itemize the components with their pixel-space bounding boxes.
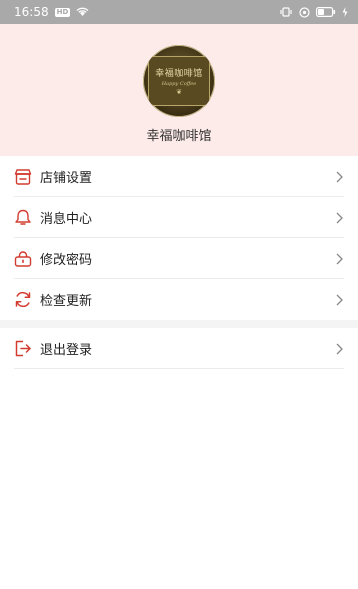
shop-name: 幸福咖啡馆: [146, 129, 212, 144]
battery-icon: [316, 7, 336, 17]
store-icon: [14, 168, 32, 186]
bell-icon: [14, 209, 32, 227]
logo-text: 幸福咖啡馆: [155, 69, 203, 79]
status-bar-left: 16:58 HD: [14, 5, 89, 19]
settings-menu: 店铺设置 消息中心 修改密码 检查更新 退出登录: [0, 156, 358, 369]
status-bar-right: [279, 6, 348, 18]
menu-item-label: 修改密码: [40, 253, 93, 268]
notification-badge-icon: HD: [54, 7, 71, 17]
menu-item-message-center[interactable]: 消息中心: [0, 197, 358, 238]
vibrate-icon: [279, 7, 293, 17]
wifi-icon: [76, 7, 89, 17]
lock-icon: [14, 250, 32, 268]
sync-icon: [299, 6, 310, 18]
menu-item-change-password[interactable]: 修改密码: [0, 238, 358, 279]
chevron-right-icon: [334, 170, 344, 184]
chevron-right-icon: [334, 252, 344, 266]
shop-logo[interactable]: 幸福咖啡馆 Happy Coffee ❦: [143, 45, 215, 117]
menu-item-label: 店铺设置: [40, 171, 93, 186]
section-gap: [0, 320, 358, 328]
menu-item-label: 退出登录: [40, 343, 93, 358]
chevron-right-icon: [334, 293, 344, 307]
menu-item-store-settings[interactable]: 店铺设置: [0, 156, 358, 197]
status-time: 16:58: [14, 5, 49, 19]
chevron-right-icon: [334, 342, 344, 356]
divider: [14, 368, 344, 369]
logo-ornament-icon: ❦: [176, 88, 182, 96]
refresh-icon: [14, 291, 32, 309]
profile-header: 幸福咖啡馆 Happy Coffee ❦ 幸福咖啡馆: [0, 24, 358, 156]
menu-item-label: 检查更新: [40, 294, 93, 309]
menu-item-label: 消息中心: [40, 212, 93, 227]
status-bar: 16:58 HD: [0, 0, 358, 24]
charging-icon: [342, 7, 348, 17]
chevron-right-icon: [334, 211, 344, 225]
logo-subtext: Happy Coffee: [161, 81, 197, 87]
logo-frame: 幸福咖啡馆 Happy Coffee ❦: [148, 56, 210, 106]
menu-item-check-update[interactable]: 检查更新: [0, 279, 358, 320]
logout-icon: [14, 340, 32, 358]
menu-item-logout[interactable]: 退出登录: [0, 328, 358, 369]
